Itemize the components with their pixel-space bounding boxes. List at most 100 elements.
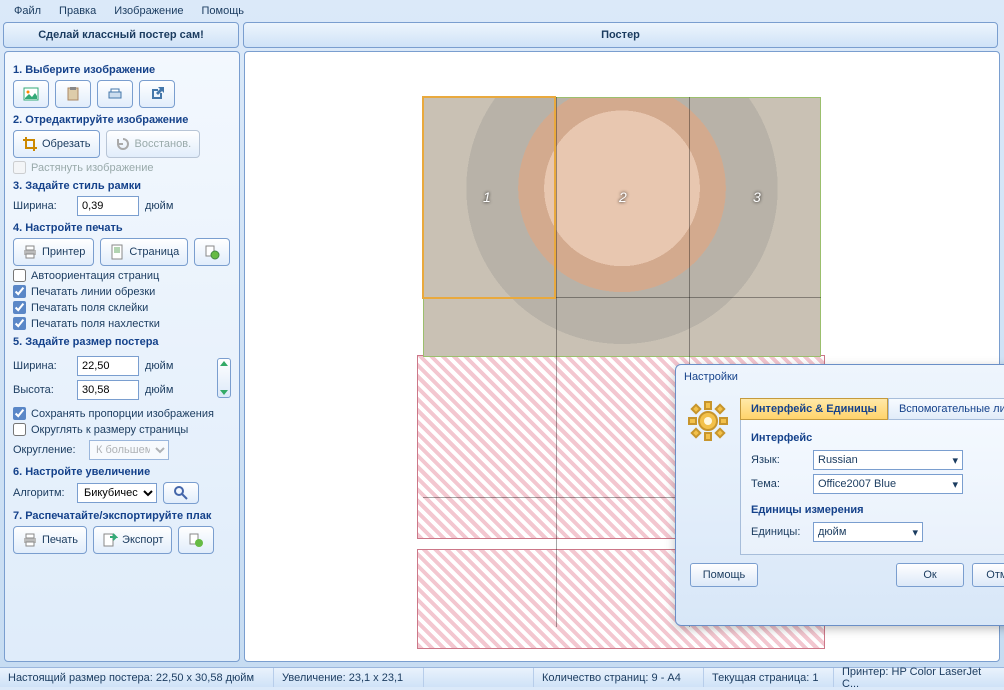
page-settings-button[interactable] <box>194 238 230 266</box>
overlap-checkbox[interactable] <box>13 317 26 330</box>
group-interface: Интерфейс <box>751 432 1004 444</box>
export-btn-label: Экспорт <box>122 534 163 546</box>
dialog-ok-button[interactable]: Ок <box>896 563 964 587</box>
theme-value: Office2007 Blue <box>818 478 896 490</box>
rounding-select[interactable]: К большем <box>89 440 169 460</box>
keep-aspect-row[interactable]: Сохранять пропорции изображения <box>13 407 231 420</box>
promo-button[interactable]: Сделай классный постер сам! <box>3 22 239 48</box>
units-label: Единицы: <box>751 526 805 538</box>
poster-height-input[interactable] <box>77 380 139 400</box>
rounding-label: Округление: <box>13 444 83 456</box>
step1-title: 1. Выберите изображение <box>13 64 231 76</box>
print-btn-label: Печать <box>42 534 78 546</box>
printer-icon <box>22 532 38 548</box>
frame-width-unit: дюйм <box>145 200 173 212</box>
cut-lines-checkbox[interactable] <box>13 285 26 298</box>
page-gear-icon <box>188 532 204 548</box>
page-number: 2 <box>619 189 627 205</box>
round-page-checkbox[interactable] <box>13 423 26 436</box>
dialog-titlebar[interactable]: Настройки ✕ <box>676 365 1004 389</box>
recent-image-button[interactable] <box>139 80 175 108</box>
main-area: 1. Выберите изображение 2. Отредактируйт… <box>0 48 1004 665</box>
statusbar: Настоящий размер постера: 22,50 x 30,58 … <box>0 667 1004 687</box>
page-number: 3 <box>753 189 761 205</box>
print-button[interactable]: Печать <box>13 526 87 554</box>
export-settings-button[interactable] <box>178 526 214 554</box>
step2-title: 2. Отредактируйте изображение <box>13 114 231 126</box>
stretch-label: Растянуть изображение <box>31 162 154 174</box>
paste-image-button[interactable] <box>55 80 91 108</box>
round-page-label: Округлять к размеру страницы <box>31 424 188 436</box>
status-spacer <box>424 668 534 687</box>
printer-button[interactable]: Принтер <box>13 238 94 266</box>
lang-select[interactable]: Russian▾ <box>813 450 963 470</box>
tab-interface-units[interactable]: Интерфейс & Единицы <box>740 398 888 420</box>
open-image-button[interactable] <box>13 80 49 108</box>
magnifier-icon <box>173 485 189 501</box>
gear-icon <box>688 401 728 441</box>
dialog-cancel-button[interactable]: Отмена <box>972 563 1004 587</box>
overlap-label: Печатать поля нахлестки <box>31 318 160 330</box>
round-page-row[interactable]: Округлять к размеру страницы <box>13 423 231 436</box>
poster-tab-button[interactable]: Постер <box>243 22 998 48</box>
page-button[interactable]: Страница <box>100 238 188 266</box>
zoom-preview-button[interactable] <box>163 482 199 504</box>
lang-value: Russian <box>818 454 858 466</box>
sidebar: 1. Выберите изображение 2. Отредактируйт… <box>4 51 240 662</box>
scan-image-button[interactable] <box>97 80 133 108</box>
printer-icon <box>22 244 38 260</box>
tab-pane: Интерфейс Язык: Russian▾ Тема: Office200… <box>740 419 1004 555</box>
step3-title: 3. Задайте стиль рамки <box>13 180 231 192</box>
scanner-icon <box>107 86 123 102</box>
lang-label: Язык: <box>751 454 805 466</box>
menu-help[interactable]: Помощь <box>194 2 253 20</box>
poster-height-unit: дюйм <box>145 384 173 396</box>
cut-lines-row[interactable]: Печатать линии обрезки <box>13 285 231 298</box>
poster-width-label: Ширина: <box>13 360 71 372</box>
status-zoom: Увеличение: 23,1 x 23,1 <box>274 668 424 687</box>
crop-label: Обрезать <box>42 138 91 150</box>
keep-aspect-checkbox[interactable] <box>13 407 26 420</box>
frame-width-label: Ширина: <box>13 200 71 212</box>
auto-orient-row[interactable]: Автоориентация страниц <box>13 269 231 282</box>
dialog-help-button[interactable]: Помощь <box>690 563 758 587</box>
menu-file[interactable]: Файл <box>6 2 49 20</box>
menu-image[interactable]: Изображение <box>106 2 191 20</box>
units-select[interactable]: дюйм▾ <box>813 522 923 542</box>
status-printer: Принтер: HP Color LaserJet C... <box>834 668 1004 687</box>
frame-width-input[interactable] <box>77 196 139 216</box>
stretch-checkbox[interactable] <box>13 161 26 174</box>
dialog-title: Настройки <box>684 371 738 383</box>
step4-title: 4. Настройте печать <box>13 222 231 234</box>
step5-title: 5. Задайте размер постера <box>13 336 231 348</box>
chevron-up-icon <box>220 361 228 366</box>
cut-lines-label: Печатать линии обрезки <box>31 286 155 298</box>
image-icon <box>23 86 39 102</box>
stretch-checkbox-row[interactable]: Растянуть изображение <box>13 161 231 174</box>
restore-button[interactable]: Восстанов. <box>106 130 201 158</box>
theme-label: Тема: <box>751 478 805 490</box>
menu-edit[interactable]: Правка <box>51 2 104 20</box>
glue-margins-row[interactable]: Печатать поля склейки <box>13 301 231 314</box>
crop-button[interactable]: Обрезать <box>13 130 100 158</box>
size-spinner[interactable] <box>217 358 231 398</box>
auto-orient-checkbox[interactable] <box>13 269 26 282</box>
theme-select[interactable]: Office2007 Blue ▾ <box>813 474 963 494</box>
tab-aux-lines[interactable]: Вспомогательные линии <box>888 398 1004 420</box>
chevron-down-icon: ▾ <box>912 526 918 539</box>
overlap-row[interactable]: Печатать поля нахлестки <box>13 317 231 330</box>
page-icon <box>109 244 125 260</box>
algo-select[interactable]: Бикубическ <box>77 483 157 503</box>
glue-margins-checkbox[interactable] <box>13 301 26 314</box>
page-number: 1 <box>483 189 491 205</box>
status-real-size: Настоящий размер постера: 22,50 x 30,58 … <box>0 668 274 687</box>
keep-aspect-label: Сохранять пропорции изображения <box>31 408 214 420</box>
step7-title: 7. Распечатайте/экспортируйте плак <box>13 510 231 522</box>
step6-title: 6. Настройте увеличение <box>13 466 231 478</box>
header-toolbar: Сделай классный постер сам! Постер <box>0 22 1004 48</box>
poster-width-input[interactable] <box>77 356 139 376</box>
restore-label: Восстанов. <box>135 138 192 150</box>
crop-icon <box>22 136 38 152</box>
chevron-down-icon: ▾ <box>952 478 958 491</box>
export-button[interactable]: Экспорт <box>93 526 172 554</box>
